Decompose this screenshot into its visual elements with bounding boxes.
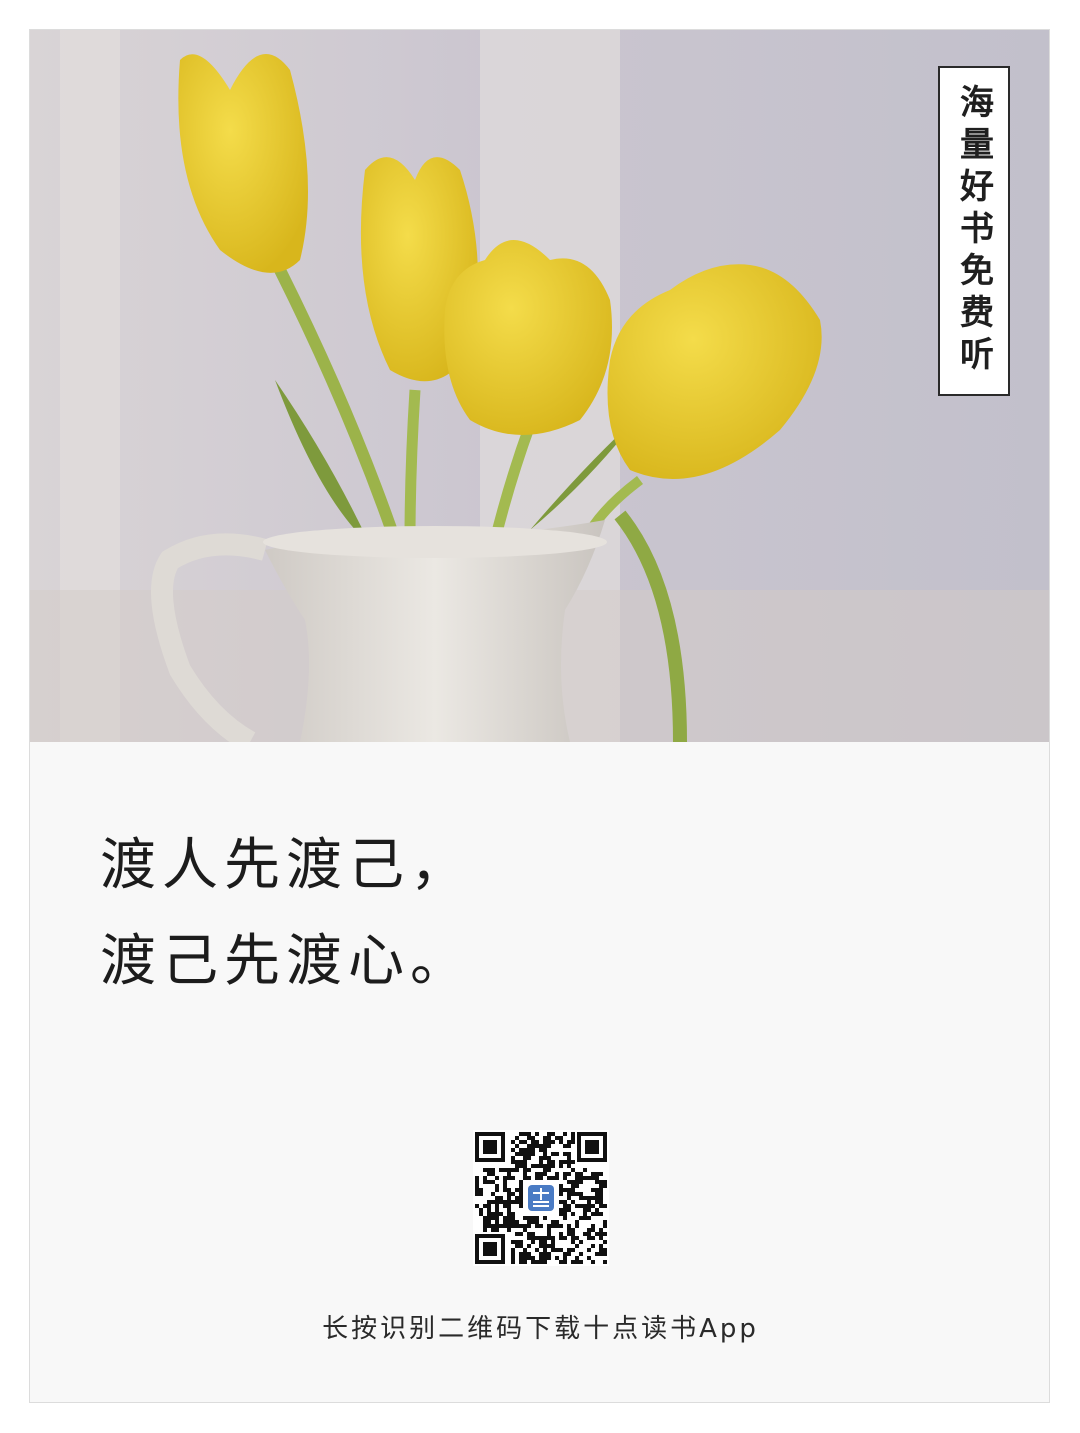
badge-text: 海量好书免费听 [953,84,994,378]
download-caption: 长按识别二维码下载十点读书App [322,1314,759,1344]
qr-finder-top-left [475,1132,505,1162]
tulip-photo: 海量好书免费听 [30,30,1049,742]
poster-card: 海量好书免费听 渡人先渡己， 渡己先渡心。 长按识别二维码下载十点读书App [29,29,1050,1403]
quote-text: 渡人先渡己， 渡己先渡心。 [100,818,472,1010]
qr-code[interactable] [473,1130,609,1266]
quote-line-2: 渡己先渡心。 [100,929,472,994]
free-listen-badge: 海量好书免费听 [938,66,1010,396]
qr-finder-top-right [577,1132,607,1162]
qr-finder-bottom-left [475,1234,505,1264]
quote-line-1: 渡人先渡己， [100,833,472,898]
